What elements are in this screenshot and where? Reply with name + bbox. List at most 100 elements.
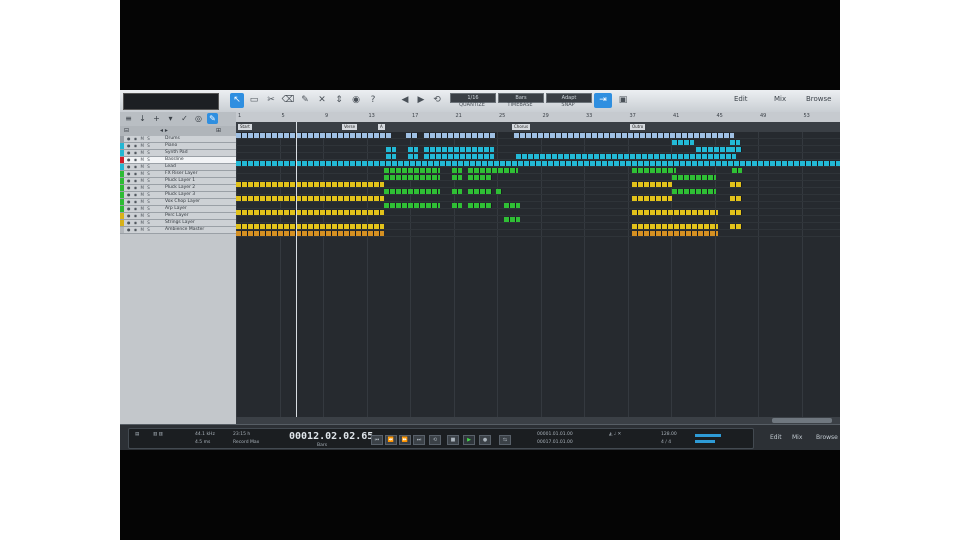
track-buttons-icon[interactable]: ● ◉ M S	[127, 136, 151, 142]
track-buttons-icon[interactable]: ● ◉ M S	[127, 220, 151, 226]
track-buttons-icon[interactable]: ● ◉ M S	[127, 185, 151, 191]
track-buttons-icon[interactable]: ● ◉ M S	[127, 213, 151, 219]
loop-icon[interactable]: ⟲	[429, 435, 441, 445]
event-clip[interactable]	[406, 133, 418, 138]
track-buttons-icon[interactable]: ● ◉ M S	[127, 143, 151, 149]
event-clip[interactable]	[424, 133, 496, 138]
marker-flag[interactable]: Start	[238, 124, 252, 130]
loop-follow-icon[interactable]: ⟲	[430, 93, 444, 108]
bend-tool-icon[interactable]: ⇕	[332, 93, 346, 108]
browse-view-button[interactable]: Browse	[806, 95, 832, 103]
event-clip[interactable]	[236, 231, 384, 236]
check-icon[interactable]: ✓	[179, 113, 190, 124]
track-row[interactable]: ● ◉ M S Arp Layer	[120, 206, 236, 213]
event-clip[interactable]	[516, 154, 736, 159]
goto-end-icon[interactable]: ⏭	[413, 435, 425, 445]
track-row[interactable]: ● ◉ M S Strings Layer	[120, 220, 236, 227]
range-tool-icon[interactable]: ▭	[247, 93, 261, 108]
snapshot-icon[interactable]: ▣	[616, 93, 630, 108]
play-icon[interactable]: ▶	[463, 435, 475, 445]
event-clip[interactable]	[632, 182, 672, 187]
track-buttons-icon[interactable]: ● ◉ M S	[127, 206, 151, 212]
track-buttons-icon[interactable]: ● ◉ M S	[127, 164, 151, 170]
event-clip[interactable]	[236, 133, 391, 138]
event-clip[interactable]	[468, 168, 518, 173]
track-buttons-icon[interactable]: ● ◉ M S	[127, 171, 151, 177]
song-title-field[interactable]	[123, 93, 219, 110]
marker-flag[interactable]: A	[378, 124, 385, 130]
event-clip[interactable]	[452, 168, 462, 173]
marker-flag[interactable]: Chorus	[512, 124, 531, 130]
event-clip[interactable]	[236, 161, 840, 166]
event-clip[interactable]	[384, 168, 440, 173]
event-clip[interactable]	[468, 189, 492, 194]
loop-end[interactable]: 00017.01.01.00	[537, 440, 573, 445]
track-row[interactable]: ● ◉ M S Pluck Layer 1	[120, 178, 236, 185]
event-clip[interactable]	[730, 182, 742, 187]
transport-edit-button[interactable]: Edit	[770, 434, 782, 441]
folder-icon[interactable]: ▾	[165, 113, 176, 124]
event-clip[interactable]	[632, 168, 676, 173]
tempo-display[interactable]: 128.00	[661, 432, 677, 437]
event-clip[interactable]	[732, 168, 742, 173]
track-row[interactable]: ● ◉ M S Lead	[120, 164, 236, 171]
event-clip[interactable]	[672, 175, 716, 180]
track-row[interactable]: ● ◉ M S Bassline	[120, 157, 236, 164]
collapse-icon[interactable]: ◂ ▸	[160, 126, 168, 136]
scrollbar-thumb[interactable]	[772, 418, 832, 423]
track-row[interactable]: ● ◉ M S Ambience Master	[120, 227, 236, 234]
track-list-icon[interactable]: ≡	[123, 113, 134, 124]
track-buttons-icon[interactable]: ● ◉ M S	[127, 199, 151, 205]
nudge-left-icon[interactable]: ◀	[398, 93, 412, 108]
event-clip[interactable]	[496, 189, 502, 194]
transport-mix-button[interactable]: Mix	[792, 434, 802, 441]
event-clip[interactable]	[632, 224, 718, 229]
paint-tool-icon[interactable]: ✎	[298, 93, 312, 108]
playhead-cursor[interactable]	[296, 122, 297, 418]
event-clip[interactable]	[730, 140, 740, 145]
event-clip[interactable]	[408, 154, 418, 159]
punch-icon[interactable]: ⇆	[499, 435, 511, 445]
add-track-icon[interactable]: +	[151, 113, 162, 124]
event-clip[interactable]	[424, 154, 494, 159]
track-buttons-icon[interactable]: ● ◉ M S	[127, 192, 151, 198]
event-clip[interactable]	[452, 189, 462, 194]
marker-flag[interactable]: Verse	[342, 124, 358, 130]
mute-tool-icon[interactable]: ✕	[315, 93, 329, 108]
split-tool-icon[interactable]: ✂	[264, 93, 278, 108]
stop-icon[interactable]: ■	[447, 435, 459, 445]
event-clip[interactable]	[236, 196, 384, 201]
expand-icon[interactable]: ⊟	[124, 126, 129, 136]
event-clip[interactable]	[730, 147, 742, 152]
event-clip[interactable]	[504, 203, 520, 208]
autoscroll-icon[interactable]: ⇥	[594, 93, 612, 108]
event-clip[interactable]	[672, 189, 716, 194]
track-row[interactable]: ● ◉ M S Synth Pad	[120, 150, 236, 157]
nudge-right-icon[interactable]: ▶	[414, 93, 428, 108]
event-clip[interactable]	[730, 210, 742, 215]
event-clip[interactable]	[514, 133, 734, 138]
event-clip[interactable]	[632, 231, 718, 236]
event-clip[interactable]	[672, 140, 694, 145]
transport-browse-button[interactable]: Browse	[816, 434, 838, 441]
track-row[interactable]: ● ◉ M S FX Riser Layer	[120, 171, 236, 178]
position-display[interactable]: 00012.02.02.65	[289, 431, 373, 442]
marker-flag[interactable]: Outro	[630, 124, 646, 130]
event-clip[interactable]	[468, 175, 492, 180]
event-clip[interactable]	[468, 203, 492, 208]
event-clip[interactable]	[730, 196, 742, 201]
arrow-down-icon[interactable]: ↓	[137, 113, 148, 124]
event-clip[interactable]	[236, 182, 384, 187]
record-icon[interactable]: ●	[479, 435, 491, 445]
fast-forward-icon[interactable]: ⏩	[399, 435, 411, 445]
event-clip[interactable]	[632, 210, 718, 215]
event-clip[interactable]	[236, 210, 384, 215]
event-clip[interactable]	[386, 147, 396, 152]
event-clip[interactable]	[408, 147, 418, 152]
arrow-tool-icon[interactable]: ↖	[230, 93, 244, 108]
eraser-tool-icon[interactable]: ⌫	[281, 93, 295, 108]
horizontal-scrollbar[interactable]	[236, 417, 840, 424]
listen-tool-icon[interactable]: ◉	[349, 93, 363, 108]
event-clip[interactable]	[386, 154, 396, 159]
track-row[interactable]: ● ◉ M S Pluck Layer 2	[120, 185, 236, 192]
